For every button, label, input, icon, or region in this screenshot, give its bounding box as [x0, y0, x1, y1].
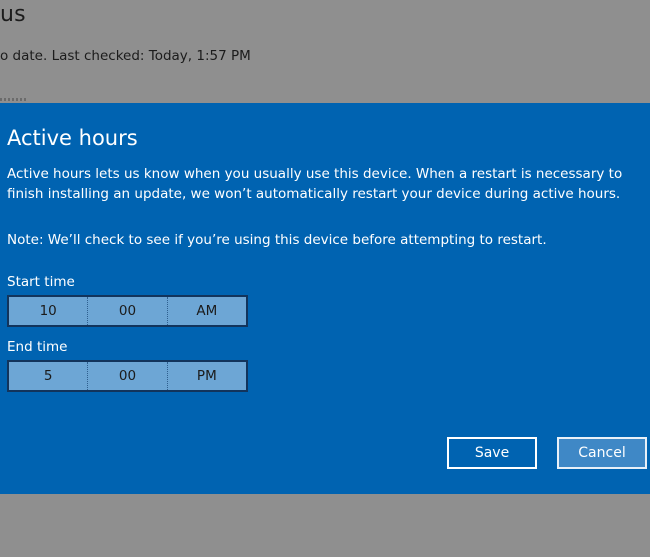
end-time-label: End time: [7, 339, 68, 355]
start-minute-field[interactable]: 00: [87, 297, 166, 325]
start-time-picker[interactable]: 10 00 AM: [7, 295, 248, 327]
end-time-picker[interactable]: 5 00 PM: [7, 360, 248, 392]
dialog-description: Active hours lets us know when you usual…: [7, 166, 623, 202]
end-period-field[interactable]: PM: [166, 362, 246, 390]
end-hour-field[interactable]: 5: [9, 362, 87, 390]
start-hour-field[interactable]: 10: [9, 297, 87, 325]
page-title: us: [0, 2, 26, 27]
start-period-field[interactable]: AM: [166, 297, 246, 325]
dialog-note: Note: We’ll check to see if you’re using…: [7, 232, 547, 248]
end-minute-field[interactable]: 00: [87, 362, 166, 390]
update-status-text: o date. Last checked: Today, 1:57 PM: [0, 48, 251, 64]
progress-indicator: [0, 98, 28, 101]
cancel-button[interactable]: Cancel: [557, 437, 647, 469]
dialog-title: Active hours: [7, 126, 138, 150]
active-hours-dialog: Active hours Active hours lets us know w…: [0, 103, 650, 494]
save-button[interactable]: Save: [447, 437, 537, 469]
start-time-label: Start time: [7, 274, 75, 290]
